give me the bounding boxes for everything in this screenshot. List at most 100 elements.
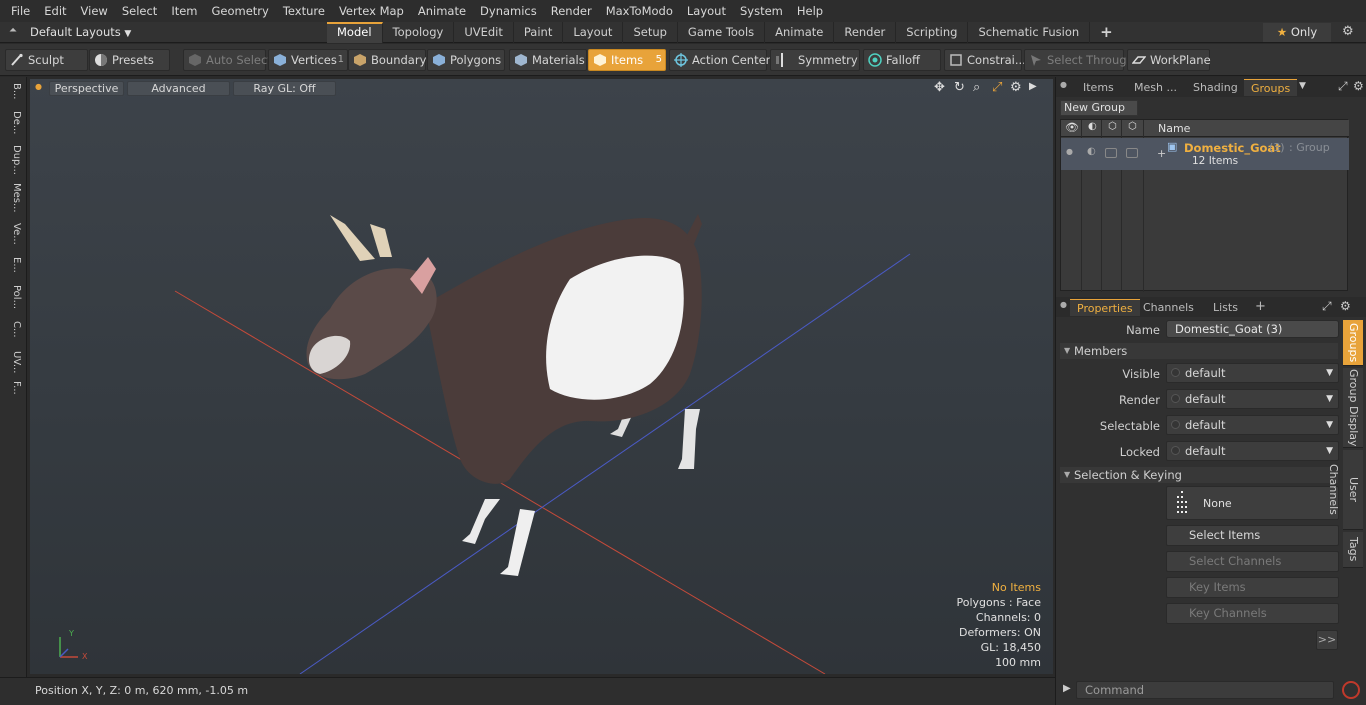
- menu-maxtomodo[interactable]: MaxToModo: [599, 4, 680, 18]
- tab-model[interactable]: Model: [327, 22, 383, 43]
- tab-groups[interactable]: Groups: [1244, 79, 1298, 96]
- add-tab-icon[interactable]: +: [1255, 299, 1266, 314]
- shading-button[interactable]: Advanced: [127, 81, 230, 96]
- tab-lists[interactable]: Lists: [1206, 299, 1245, 316]
- expand-panel-icon[interactable]: ⤢: [1338, 79, 1348, 94]
- viewport-gear-icon[interactable]: ⚙: [1010, 80, 1022, 95]
- visible-dropdown[interactable]: default ▼: [1166, 363, 1339, 383]
- group-row-domestic-goat[interactable]: ● ◐ + ▣ Domestic_Goat (3) : Group 12 Ite…: [1061, 138, 1349, 170]
- sculpt-button[interactable]: Sculpt: [5, 49, 88, 71]
- menu-view[interactable]: View: [74, 4, 115, 18]
- play-arrow-icon[interactable]: ▶: [1029, 81, 1037, 92]
- items-button[interactable]: Items 5: [588, 49, 666, 71]
- strip-tab-3[interactable]: Dup...: [4, 145, 22, 179]
- layout-select[interactable]: Default Layouts ▼: [30, 25, 131, 39]
- render-dropdown[interactable]: default ▼: [1166, 389, 1339, 409]
- boundary-button[interactable]: Boundary: [348, 49, 426, 71]
- add-tab-button[interactable]: +: [1090, 22, 1123, 43]
- render-toggle-icon[interactable]: ◐: [1087, 146, 1096, 157]
- tabs-dropdown-icon[interactable]: ▼: [1299, 81, 1306, 91]
- select-cube-icon[interactable]: ⬡: [1128, 121, 1137, 132]
- 3d-viewport[interactable]: ● Perspective Advanced Ray GL: Off ✥ ↻ ⌕…: [30, 79, 1053, 674]
- vtab-group-display[interactable]: Group Display: [1343, 368, 1363, 448]
- tab-scripting[interactable]: Scripting: [896, 22, 969, 43]
- workplane-button[interactable]: WorkPlane: [1127, 49, 1211, 71]
- tab-schematic-fusion[interactable]: Schematic Fusion: [968, 22, 1091, 43]
- expand-plus-icon[interactable]: +: [1157, 147, 1166, 160]
- menu-layout[interactable]: Layout: [680, 4, 733, 18]
- tab-animate[interactable]: Animate: [765, 22, 835, 43]
- only-toggle[interactable]: ★ Only: [1263, 23, 1331, 42]
- strip-tab-1[interactable]: B...: [4, 83, 22, 107]
- strip-tab-2[interactable]: De...: [4, 111, 22, 141]
- vtab-user-channels[interactable]: User Channels: [1327, 450, 1363, 530]
- select-checkbox[interactable]: [1126, 148, 1138, 158]
- lock-cube-icon[interactable]: ⬡: [1108, 121, 1117, 132]
- vtab-groups[interactable]: Groups: [1343, 320, 1363, 366]
- menu-dynamics[interactable]: Dynamics: [473, 4, 544, 18]
- vertices-button[interactable]: Vertices 1: [268, 49, 348, 71]
- auto-select-button[interactable]: Auto Select: [183, 49, 272, 71]
- view-mode-button[interactable]: Perspective: [49, 81, 124, 96]
- select-items-button[interactable]: Select Items: [1166, 525, 1339, 546]
- select-channels-button[interactable]: Select Channels: [1166, 551, 1339, 572]
- panel-gear-icon[interactable]: ⚙: [1340, 299, 1351, 313]
- menu-geometry[interactable]: Geometry: [205, 4, 276, 18]
- action-center-button[interactable]: Action Center: [669, 49, 770, 71]
- render-icon[interactable]: ◐: [1088, 121, 1097, 132]
- panel-gear-icon[interactable]: ⚙: [1353, 79, 1364, 93]
- selectable-dropdown[interactable]: default ▼: [1166, 415, 1339, 435]
- menu-vertex-map[interactable]: Vertex Map: [332, 4, 411, 18]
- maximize-icon[interactable]: ⤢: [992, 80, 1002, 95]
- strip-tab-8[interactable]: C...: [4, 321, 22, 347]
- name-column-header[interactable]: Name: [1158, 122, 1190, 135]
- materials-button[interactable]: Materials: [509, 49, 587, 71]
- more-button[interactable]: >>: [1316, 630, 1338, 650]
- menu-texture[interactable]: Texture: [276, 4, 332, 18]
- name-field[interactable]: Domestic_Goat (3): [1166, 320, 1339, 338]
- command-input[interactable]: Command: [1076, 681, 1334, 699]
- tab-items[interactable]: Items: [1076, 79, 1121, 96]
- tab-shading[interactable]: Shading: [1186, 79, 1245, 96]
- menu-render[interactable]: Render: [544, 4, 599, 18]
- falloff-button[interactable]: Falloff: [863, 49, 941, 71]
- selection-keying-section[interactable]: ▼ Selection & Keying: [1060, 467, 1338, 483]
- gear-icon[interactable]: ⚙: [1342, 24, 1354, 39]
- strip-tab-4[interactable]: Mes...: [4, 183, 22, 217]
- strip-tab-5[interactable]: Ve...: [4, 223, 22, 251]
- none-selector[interactable]: None: [1166, 486, 1339, 520]
- eye-icon[interactable]: 👁: [1065, 121, 1079, 134]
- strip-tab-7[interactable]: Pol...: [4, 285, 22, 317]
- tab-topology[interactable]: Topology: [383, 22, 455, 43]
- constraints-button[interactable]: Constrai...: [944, 49, 1026, 71]
- presets-button[interactable]: Presets: [89, 49, 170, 71]
- lock-checkbox[interactable]: [1105, 148, 1117, 158]
- symmetry-button[interactable]: Symmetry: [770, 49, 860, 71]
- menu-item[interactable]: Item: [164, 4, 204, 18]
- tab-setup[interactable]: Setup: [623, 22, 678, 43]
- raygl-button[interactable]: Ray GL: Off: [233, 81, 336, 96]
- tab-paint[interactable]: Paint: [514, 22, 564, 43]
- key-channels-button[interactable]: Key Channels: [1166, 603, 1339, 624]
- strip-tab-10[interactable]: F...: [4, 381, 22, 407]
- locked-dropdown[interactable]: default ▼: [1166, 441, 1339, 461]
- key-items-button[interactable]: Key Items: [1166, 577, 1339, 598]
- tab-uvedit[interactable]: UVEdit: [454, 22, 514, 43]
- members-section[interactable]: ▼ Members: [1060, 343, 1338, 359]
- tab-mesh[interactable]: Mesh ...: [1127, 79, 1184, 96]
- menu-help[interactable]: Help: [790, 4, 830, 18]
- menu-file[interactable]: File: [4, 4, 37, 18]
- menu-animate[interactable]: Animate: [411, 4, 473, 18]
- select-through-button[interactable]: Select Through: [1024, 49, 1134, 71]
- strip-tab-9[interactable]: UV...: [4, 351, 22, 379]
- pan-icon[interactable]: ✥: [934, 80, 945, 95]
- tab-render[interactable]: Render: [834, 22, 897, 43]
- polygons-button[interactable]: Polygons: [427, 49, 505, 71]
- expand-panel-icon[interactable]: ⤢: [1322, 299, 1332, 314]
- tab-layout[interactable]: Layout: [563, 22, 624, 43]
- zoom-icon[interactable]: ⌕: [973, 80, 980, 95]
- expand-up-icon[interactable]: ⏶: [9, 25, 17, 36]
- command-arrow-icon[interactable]: ▶: [1063, 683, 1071, 694]
- tab-game-tools[interactable]: Game Tools: [678, 22, 766, 43]
- rotate-icon[interactable]: ↻: [954, 80, 965, 95]
